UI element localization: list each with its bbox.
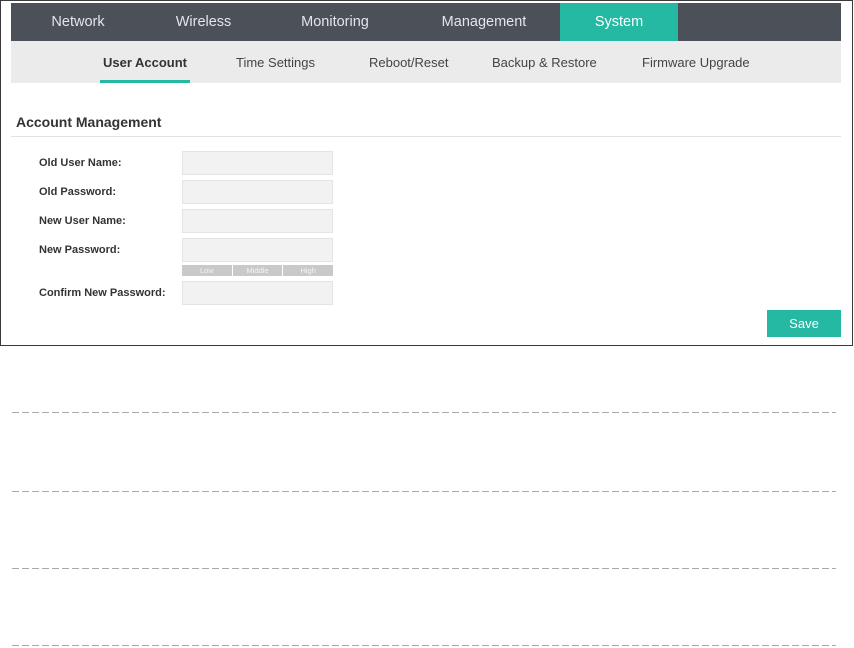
dashed-separators [12,412,836,646]
